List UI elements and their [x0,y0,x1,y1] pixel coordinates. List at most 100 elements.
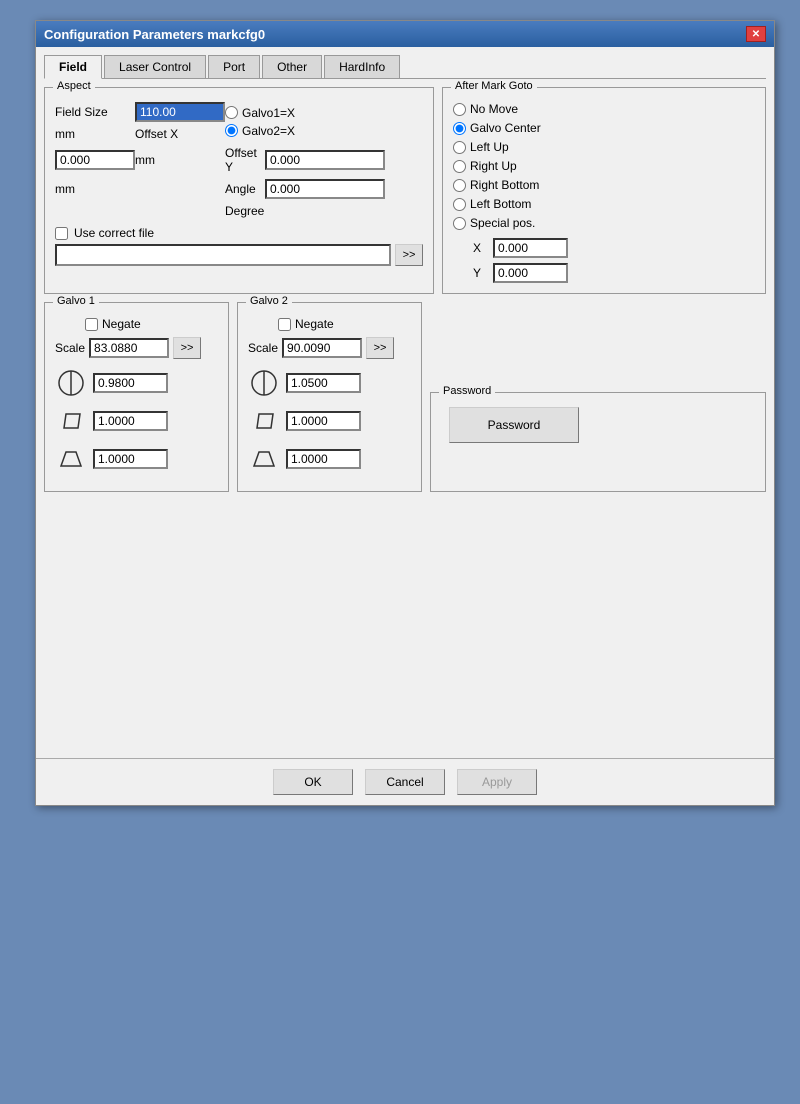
galvo2-negate-checkbox[interactable] [278,318,291,331]
galvo1-val3-row [55,443,218,475]
galvo-radio-group: Galvo1=X Galvo2=X [225,106,385,138]
galvo1-scale-row: Scale >> [55,337,218,359]
galvo2-panel: Galvo 2 Negate Scale >> [237,302,422,492]
offset-x-input[interactable] [55,150,135,170]
apply-button[interactable]: Apply [457,769,537,795]
galvo2-circle-icon [248,367,280,399]
galvo2-scale-input[interactable] [282,338,362,358]
galvo2-radio-item: Galvo2=X [225,124,385,138]
xy-grid: X Y [473,238,755,283]
tab-laser-control[interactable]: Laser Control [104,55,206,78]
galvo1-negate-label: Negate [102,317,141,331]
bottom-bar: OK Cancel Apply [36,758,774,805]
tab-port[interactable]: Port [208,55,260,78]
galvo1-val1-input[interactable] [93,373,168,393]
tab-hardinfo[interactable]: HardInfo [324,55,400,78]
galvo1-val2-input[interactable] [93,411,168,431]
galvo-center-item: Galvo Center [453,121,755,135]
correct-file-row: Use correct file [55,226,423,240]
galvo1-scale-label: Scale [55,341,85,355]
offset-y-label: Offset Y [225,146,265,174]
aspect-legend: Aspect [53,80,95,92]
angle-unit: Degree [225,204,385,218]
offset-y-input[interactable] [265,150,385,170]
no-move-label: No Move [470,102,518,116]
galvo2-scale-label: Scale [248,341,278,355]
dialog-content: Field Laser Control Port Other HardInfo … [36,47,774,758]
top-panels: Aspect Field Size mm Galvo1=X [44,87,766,294]
close-button[interactable]: ✕ [746,26,766,42]
special-pos-radio[interactable] [453,217,466,230]
left-up-item: Left Up [453,140,755,154]
galvo2-val3-row [248,443,411,475]
no-move-radio[interactable] [453,103,466,116]
galvo1-radio[interactable] [225,106,238,119]
password-legend: Password [439,385,495,397]
file-path-row: >> [55,244,423,266]
right-up-radio[interactable] [453,160,466,173]
offset-x-label: Offset X [135,127,225,141]
dialog-window: Configuration Parameters markcfg0 ✕ Fiel… [35,20,775,806]
title-bar-buttons: ✕ [746,26,766,42]
offset-y-unit: mm [55,182,135,196]
ok-button[interactable]: OK [273,769,353,795]
angle-input[interactable] [265,179,385,199]
tab-field[interactable]: Field [44,55,102,79]
galvo1-scale-input[interactable] [89,338,169,358]
galvo1-val3-input[interactable] [93,449,168,469]
galvo2-scale-browse[interactable]: >> [366,337,394,359]
galvo1-scale-browse[interactable]: >> [173,337,201,359]
file-browse-button[interactable]: >> [395,244,423,266]
file-path-input[interactable] [55,244,391,266]
no-move-item: No Move [453,102,755,116]
tab-other[interactable]: Other [262,55,322,78]
left-bottom-item: Left Bottom [453,197,755,211]
left-up-label: Left Up [470,140,509,154]
galvo-center-radio[interactable] [453,122,466,135]
galvo1-shear-icon [55,405,87,437]
field-size-unit: mm [55,127,135,141]
left-up-radio[interactable] [453,141,466,154]
right-up-label: Right Up [470,159,517,173]
empty-space [44,500,766,750]
galvo2-val2-input[interactable] [286,411,361,431]
special-pos-label: Special pos. [470,216,535,230]
aspect-panel: Aspect Field Size mm Galvo1=X [44,87,434,294]
angle-label: Angle [225,182,265,196]
galvo2-val1-input[interactable] [286,373,361,393]
left-bottom-label: Left Bottom [470,197,531,211]
cancel-button[interactable]: Cancel [365,769,445,795]
use-correct-checkbox[interactable] [55,227,68,240]
galvo1-legend: Galvo 1 [53,295,99,307]
galvo1-label: Galvo1=X [242,106,295,120]
right-up-item: Right Up [453,159,755,173]
galvo2-legend: Galvo 2 [246,295,292,307]
galvo1-panel: Galvo 1 Negate Scale >> [44,302,229,492]
use-correct-label: Use correct file [74,226,154,240]
offset-x-unit: mm [135,153,225,167]
x-input[interactable] [493,238,568,258]
galvo-row: Galvo 1 Negate Scale >> [44,302,766,492]
password-button[interactable]: Password [449,407,579,443]
galvo2-val1-row [248,367,411,399]
after-mark-panel: After Mark Goto No Move Galvo Center Lef… [442,87,766,294]
right-bottom-radio[interactable] [453,179,466,192]
y-label: Y [473,266,493,280]
x-label: X [473,241,493,255]
galvo2-scale-row: Scale >> [248,337,411,359]
field-size-input[interactable] [135,102,225,122]
y-input[interactable] [493,263,568,283]
galvo1-trapezoid-icon [55,443,87,475]
galvo1-negate-checkbox[interactable] [85,318,98,331]
right-bottom-item: Right Bottom [453,178,755,192]
galvo2-trapezoid-icon [248,443,280,475]
galvo1-radio-item: Galvo1=X [225,106,385,120]
galvo1-circle-icon [55,367,87,399]
right-bottom-label: Right Bottom [470,178,539,192]
galvo-center-label: Galvo Center [470,121,541,135]
title-bar: Configuration Parameters markcfg0 ✕ [36,21,774,47]
galvo2-val3-input[interactable] [286,449,361,469]
galvo2-val2-row [248,405,411,437]
galvo2-radio[interactable] [225,124,238,137]
left-bottom-radio[interactable] [453,198,466,211]
